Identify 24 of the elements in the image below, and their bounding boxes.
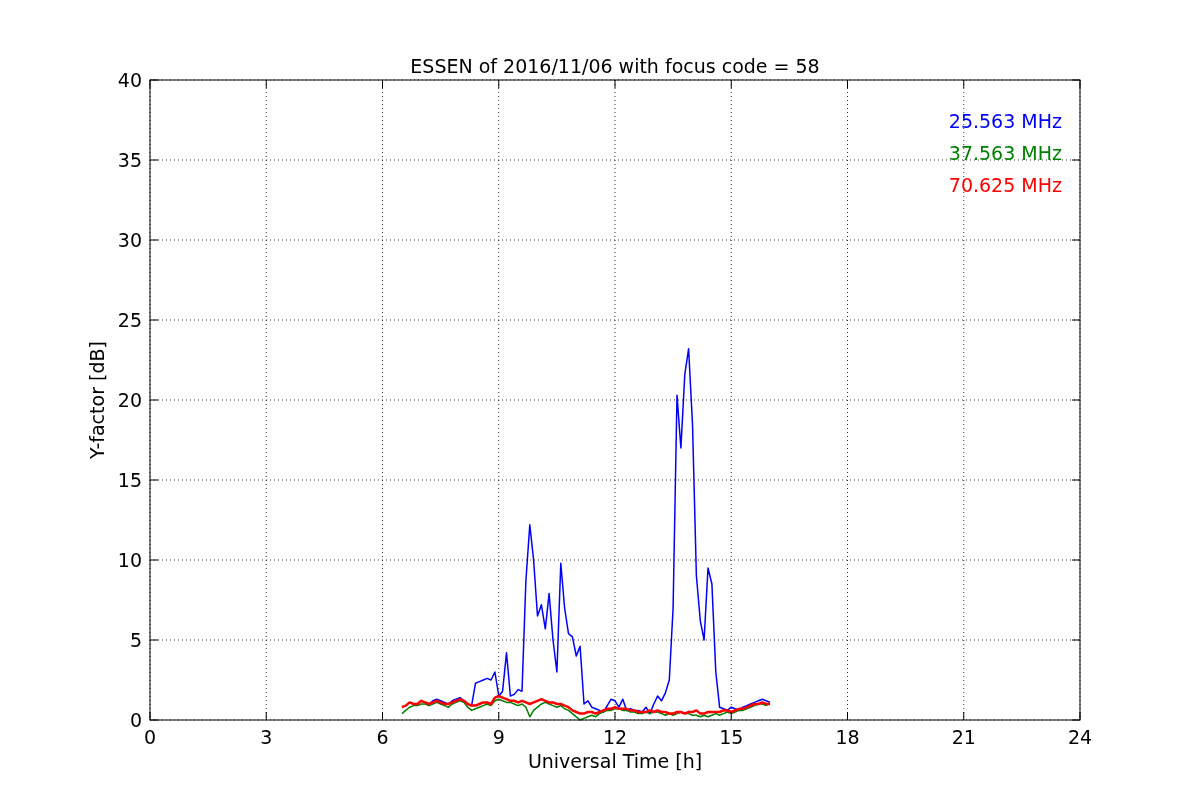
tick-label: 3 [260,726,273,748]
tick-label: 12 [602,726,628,748]
tick-label: 6 [376,726,389,748]
tick-label: 15 [117,469,142,491]
chart-title: ESSEN of 2016/11/06 with focus code = 58 [410,55,820,77]
tick-label: 40 [117,69,142,91]
x-axis-label: Universal Time [h] [527,750,703,772]
tick-label: 9 [492,726,505,748]
tick-label: 0 [143,726,157,748]
legend-label: 70.625 MHz [948,174,1062,196]
tick-label: 20 [117,389,142,411]
tick-label: 10 [117,549,142,571]
tick-label: 25 [117,309,142,331]
tick-label: 0 [129,709,142,731]
tick-label: 18 [835,726,860,748]
tick-label: 21 [951,726,976,748]
tick-label: 35 [117,149,142,171]
y-axis-label: Y-factor [dB] [86,341,108,459]
tick-label: 5 [129,629,142,651]
tick-label: 30 [117,229,142,251]
tick-label: 15 [719,726,744,748]
legend-label: 37.563 MHz [948,142,1062,164]
tick-label: 24 [1067,726,1093,748]
legend-label: 25.563 MHz [948,110,1062,132]
